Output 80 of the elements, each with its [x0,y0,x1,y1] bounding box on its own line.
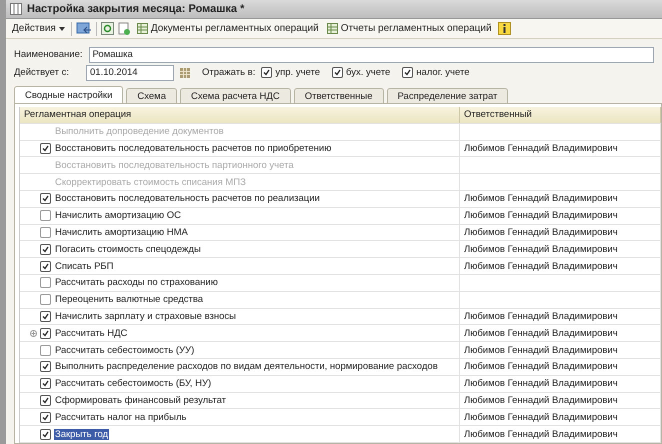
window-title-text: Настройка закрытия месяца: Ромашка * [27,3,244,16]
checkbox[interactable] [40,378,51,390]
operation-cell: Начислить зарплату и страховые взносы [54,311,238,322]
checkbox[interactable] [261,67,272,78]
operation-cell: Погасить стоимость спецодежды [54,244,202,255]
toolbar-button[interactable]: Отчеты регламентных операций [324,22,494,36]
operation-cell: Сформировать финансовый результат [54,394,228,406]
checkbox[interactable] [40,277,51,288]
operation-cell: Начислить амортизацию НМА [54,227,189,238]
name-field[interactable]: Ромашка [88,46,654,63]
checkbox[interactable] [40,311,51,322]
column-header[interactable]: Регламентная операция [20,107,460,123]
date-field[interactable]: 01.10.2014 [86,64,174,81]
tab[interactable]: Схема [126,88,177,104]
operation-cell: Переоценить валютные средства [54,294,204,306]
table-icon [136,23,148,34]
checkbox[interactable] [40,227,51,238]
save-icon[interactable] [76,22,92,36]
checkbox[interactable] [402,67,414,78]
tab[interactable]: Распределение затрат [386,88,508,104]
operation-cell: Рассчитать налог на прибыль [54,412,188,423]
table-icon [326,23,338,34]
responsible-cell: Любимов Геннадий Владимирович [464,311,618,322]
info-icon[interactable] [498,22,511,36]
operation-cell: Выполнить допроведение документов [54,126,225,138]
responsible-cell: Любимов Геннадий Владимирович [464,143,618,154]
responsible-cell: Любимов Геннадий Владимирович [464,193,618,204]
operation-cell: Восстановить последовательность расчетов по приобретению [54,143,332,154]
toolbar-button[interactable]: Документы регламентных операций [134,22,321,36]
checkbox[interactable] [40,328,51,339]
responsible-cell: Любимов Геннадий Владимирович [464,361,618,372]
form-icon [10,3,22,16]
checkbox[interactable] [40,294,51,306]
operation-cell: Списать РБП [54,260,114,272]
operation-cell: Восстановить последовательность расчетов по реализации [54,193,321,204]
responsible-cell: Любимов Геннадий Владимирович [464,378,618,390]
responsible-cell: Любимов Геннадий Владимирович [464,412,618,423]
operation-cell: Скорректировать стоимость списания МПЗ [54,176,247,188]
responsible-cell: Любимов Геннадий Владимирович [464,428,618,440]
responsible-cell: Любимов Геннадий Владимирович [464,244,618,255]
field-label: Отражать в: [202,67,256,78]
document-icon[interactable] [118,22,131,36]
operation-cell: Закрыть год [54,428,110,440]
responsible-cell: Любимов Геннадий Владимирович [464,210,618,222]
operation-cell: Рассчитать расходы по страхованию [54,277,219,288]
actions-menu[interactable]: Действия [10,22,67,36]
checkbox[interactable] [40,428,51,440]
responsible-cell: Любимов Геннадий Владимирович [464,260,618,272]
responsible-cell: Любимов Геннадий Владимирович [464,227,618,238]
checkbox[interactable] [40,244,51,255]
operation-cell: Рассчитать себестоимость (УУ) [54,344,196,356]
column-header[interactable]: Ответственный [460,107,661,123]
tab[interactable]: Ответственные [294,88,384,104]
checkbox[interactable] [40,193,51,204]
field-label: Наименование: [14,49,82,60]
checkbox[interactable] [332,67,344,78]
operation-cell: Рассчитать НДС [54,328,128,339]
checkbox-label: налог. учете [416,67,470,78]
responsible-cell: Любимов Геннадий Владимирович [464,328,618,339]
checkbox-label: бух. учете [346,67,390,78]
checkbox[interactable] [40,394,51,406]
checkbox[interactable] [40,412,51,423]
refresh-icon[interactable] [100,22,114,36]
field-label: Действует с: [14,67,70,78]
tab[interactable]: Схема расчета НДС [180,88,291,104]
checkbox[interactable] [40,344,51,356]
responsible-cell: Любимов Геннадий Владимирович [464,394,618,406]
operation-cell: Рассчитать себестоимость (БУ, НУ) [54,378,212,390]
responsible-cell: Любимов Геннадий Владимирович [464,344,618,356]
checkbox-label: упр. учете [275,67,320,78]
tab[interactable]: Сводные настройки [14,86,124,104]
checkbox[interactable] [40,361,51,372]
checkbox[interactable] [40,143,51,154]
expand-icon[interactable] [30,330,37,337]
checkbox[interactable] [40,260,51,272]
operation-cell: Начислить амортизацию ОС [54,210,182,222]
operation-cell: Выполнить распределение расходов по видам деятельности, нормирование расходов [54,361,439,372]
caret-icon [58,26,65,31]
checkbox[interactable] [40,210,51,222]
operation-cell: Восстановить последовательность партионного учета [54,160,295,171]
